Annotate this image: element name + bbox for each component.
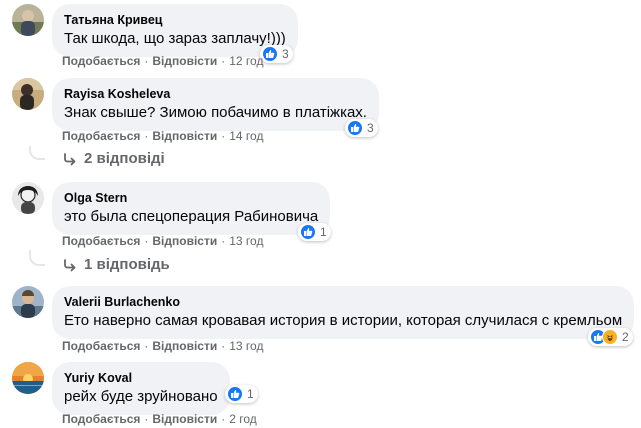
comment-author[interactable]: Valerii Burlachenko <box>64 294 622 310</box>
haha-reaction-icon <box>602 329 618 345</box>
reply-link[interactable]: Відповісти <box>152 339 217 353</box>
separator: · <box>221 234 226 248</box>
separator: · <box>144 54 149 68</box>
reaction-count[interactable]: 3 <box>260 45 293 63</box>
comment-timestamp[interactable]: 13 год <box>229 339 263 353</box>
avatar[interactable] <box>12 362 44 394</box>
separator: · <box>144 339 149 353</box>
reply-link[interactable]: Відповісти <box>152 129 217 143</box>
reply-link[interactable]: Відповісти <box>152 234 217 248</box>
reply-arrow-icon <box>64 152 76 165</box>
comment-author[interactable]: Татьяна Кривец <box>64 12 286 28</box>
reply-thread-line <box>29 250 45 266</box>
avatar[interactable] <box>12 182 44 214</box>
reaction-count[interactable]: 1 <box>225 385 258 403</box>
comment-actions: Подобається · Відповісти · 12 год <box>62 54 263 68</box>
comment-bubble: Rayisa Kosheleva Знак свыше? Зимою побач… <box>52 78 379 131</box>
reaction-count[interactable]: 2 <box>588 328 633 346</box>
comment-text: Знак свыше? Зимою побачимо в платіжках. <box>64 104 367 121</box>
like-reaction-icon <box>262 46 278 62</box>
comment-author[interactable]: Olga Stern <box>64 190 318 206</box>
comment-timestamp[interactable]: 2 год <box>229 412 257 426</box>
separator: · <box>144 129 149 143</box>
avatar[interactable] <box>12 78 44 110</box>
reaction-count[interactable]: 3 <box>345 119 378 137</box>
reaction-count-number: 3 <box>367 121 374 135</box>
view-replies-button[interactable]: 1 відповідь <box>62 256 170 273</box>
comment-author[interactable]: Rayisa Kosheleva <box>64 86 367 102</box>
reply-arrow-icon <box>64 258 76 271</box>
like-link[interactable]: Подобається <box>62 412 140 426</box>
comment-actions: Подобається · Відповісти · 13 год <box>62 339 263 353</box>
reply-link[interactable]: Відповісти <box>152 54 217 68</box>
comment-bubble: Olga Stern это была спецоперация Рабинов… <box>52 182 331 235</box>
separator: · <box>144 412 149 426</box>
separator: · <box>221 412 226 426</box>
comment-timestamp[interactable]: 12 год <box>229 54 263 68</box>
like-link[interactable]: Подобається <box>62 339 140 353</box>
separator: · <box>144 234 149 248</box>
reaction-count-number: 1 <box>247 387 254 401</box>
avatar[interactable] <box>12 4 44 36</box>
comment-text: рейх буде зруйновано <box>64 388 218 405</box>
comment-timestamp[interactable]: 14 год <box>229 129 263 143</box>
separator: · <box>221 54 226 68</box>
view-replies-label: 1 відповідь <box>84 256 170 273</box>
reaction-count[interactable]: 1 <box>298 223 331 241</box>
comment-text: Так шкода, що зараз заплачу!))) <box>64 30 286 47</box>
separator: · <box>221 129 226 143</box>
comment-author[interactable]: Yuriy Koval <box>64 370 218 386</box>
like-reaction-icon <box>227 386 243 402</box>
like-link[interactable]: Подобається <box>62 129 140 143</box>
like-link[interactable]: Подобається <box>62 54 140 68</box>
like-reaction-icon <box>347 120 363 136</box>
view-replies-button[interactable]: 2 відповіді <box>62 150 165 167</box>
reply-link[interactable]: Відповісти <box>152 412 217 426</box>
like-reaction-icon <box>300 224 316 240</box>
reaction-count-number: 1 <box>320 225 327 239</box>
separator: · <box>221 339 226 353</box>
comment-actions: Подобається · Відповісти · 14 год <box>62 129 263 143</box>
comment-bubble: Yuriy Koval рейх буде зруйновано <box>52 362 230 415</box>
reaction-count-number: 3 <box>282 47 289 61</box>
comment-text: Ето наверно самая кровавая история в ист… <box>64 312 623 329</box>
comment-actions: Подобається · Відповісти · 2 год <box>62 412 257 426</box>
reaction-count-number: 2 <box>622 330 629 344</box>
comment-timestamp[interactable]: 13 год <box>229 234 263 248</box>
comment-bubble: Valerii Burlachenko Ето наверно самая кр… <box>52 286 635 339</box>
comment-text: это была спецоперация Рабиновича <box>64 208 319 225</box>
comment-actions: Подобається · Відповісти · 13 год <box>62 234 263 248</box>
like-link[interactable]: Подобається <box>62 234 140 248</box>
view-replies-label: 2 відповіді <box>84 150 165 167</box>
reply-thread-line <box>29 146 45 160</box>
avatar[interactable] <box>12 286 44 318</box>
